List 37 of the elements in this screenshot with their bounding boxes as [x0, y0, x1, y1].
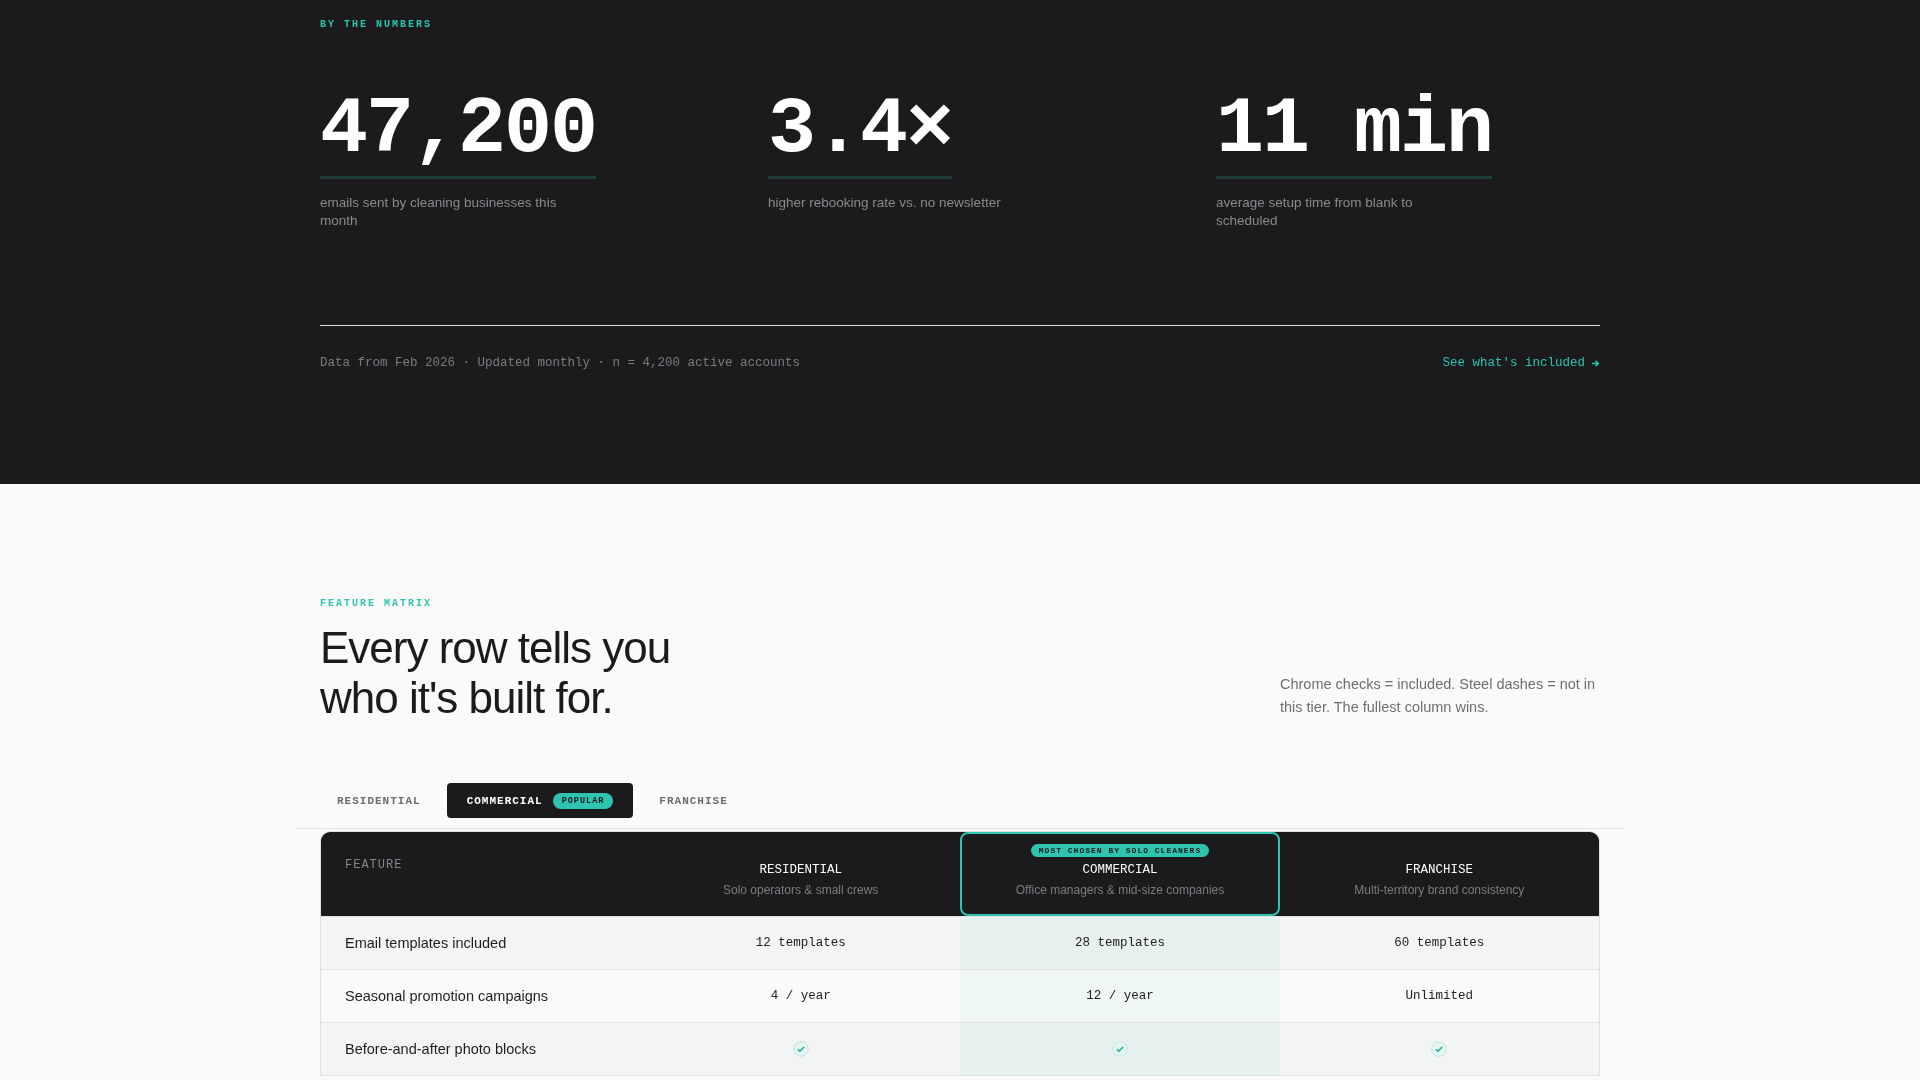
table-cell: 4 / year: [770, 989, 831, 1003]
stat-value: 47,200: [320, 88, 597, 179]
table-cell: 12 templates: [755, 936, 846, 950]
table-cell: Unlimited: [1405, 989, 1474, 1003]
tier-subtitle: Office managers & mid-size companies: [1015, 883, 1225, 897]
tier-tab[interactable]: FRANCHISE: [639, 783, 748, 818]
most-chosen-badge: MOST CHOSEN BY SOLO CLEANERS: [1030, 844, 1210, 857]
stat-value: 11 min: [1216, 88, 1493, 179]
tier-name: COMMERCIAL: [1082, 863, 1158, 877]
data-footnote: Data from Feb 2026 · Updated monthly · n = 4,200 active accounts: [320, 356, 801, 370]
table-cell: 60 templates: [1394, 936, 1485, 950]
tier-name: FRANCHISE: [1405, 863, 1474, 877]
section-eyebrow: BY THE NUMBERS: [320, 19, 433, 30]
table-cell: 28 templates: [1075, 936, 1165, 950]
stat-caption: higher rebooking rate vs. no newsletter: [768, 194, 1002, 212]
arrow-icon: [1591, 358, 1600, 368]
section-eyebrow: FEATURE MATRIX: [320, 598, 433, 609]
feature-name: Before-and-after photo blocks: [344, 1040, 538, 1059]
section-heading: Every row tells you who it's built for.: [320, 623, 672, 723]
feature-name: Email templates included: [344, 934, 508, 953]
check-icon: [1112, 1041, 1128, 1057]
stat-caption: emails sent by cleaning businesses this month: [320, 194, 558, 230]
column-header: FEATURE: [344, 857, 404, 874]
tier-name: RESIDENTIAL: [759, 863, 842, 877]
feature-name: Seasonal promotion campaigns: [344, 987, 550, 1006]
legend-note: Chrome checks = included. Steel dashes = not in this tier. The fullest column wins.: [1280, 675, 1597, 717]
tier-tab[interactable]: COMMERCIAL POPULAR: [446, 783, 634, 818]
check-icon: [792, 1041, 809, 1057]
table-cell: 12 / year: [1086, 989, 1154, 1003]
tier-subtitle: Multi-territory brand consistency: [1354, 883, 1525, 897]
check-icon: [1431, 1041, 1448, 1057]
included-link[interactable]: See what's included: [1442, 356, 1600, 370]
stat-value: 3.4×: [768, 88, 953, 179]
popular-badge: POPULAR: [552, 792, 614, 809]
tier-subtitle: Solo operators & small crews: [722, 883, 879, 897]
tier-tab[interactable]: RESIDENTIAL: [317, 783, 441, 818]
stat-caption: average setup time from blank to scheduled: [1216, 194, 1414, 230]
